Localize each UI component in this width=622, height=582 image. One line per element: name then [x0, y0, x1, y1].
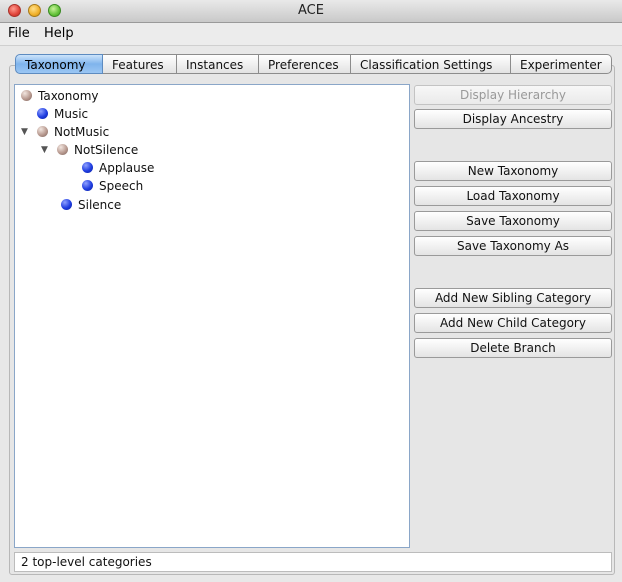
blue-sphere-icon: [82, 162, 93, 173]
load-taxonomy-button[interactable]: Load Taxonomy: [414, 186, 612, 206]
add-new-child-category-button[interactable]: Add New Child Category: [414, 313, 612, 333]
tree-node[interactable]: Speech: [82, 177, 143, 195]
blue-sphere-icon: [82, 180, 93, 191]
delete-branch-button[interactable]: Delete Branch: [414, 338, 612, 358]
tree-node-label: Music: [54, 107, 89, 121]
tree-node[interactable]: ▼ NotSilence: [41, 141, 139, 159]
menu-bar: File Help: [0, 23, 622, 46]
brown-sphere-icon: [21, 90, 32, 101]
tree-node[interactable]: ▼ NotMusic: [21, 123, 110, 141]
expanded-triangle-icon[interactable]: ▼: [41, 141, 48, 159]
tab-experimenter[interactable]: Experimenter: [511, 54, 612, 74]
brown-sphere-icon: [37, 126, 48, 137]
tree-node-label: NotSilence: [74, 143, 139, 157]
tree-node[interactable]: Applause: [82, 159, 154, 177]
main-tabs: Taxonomy Features Instances Preferences …: [15, 54, 612, 76]
add-new-sibling-category-button[interactable]: Add New Sibling Category: [414, 288, 612, 308]
tree-node-label: Speech: [99, 179, 144, 193]
tab-taxonomy[interactable]: Taxonomy: [15, 54, 103, 74]
tree-node-label: Applause: [99, 161, 155, 175]
menu-help[interactable]: Help: [44, 26, 74, 41]
save-taxonomy-as-button[interactable]: Save Taxonomy As: [414, 236, 612, 256]
tree-node-label: Silence: [78, 198, 122, 212]
status-bar: 2 top-level categories: [14, 552, 612, 572]
tab-preferences[interactable]: Preferences: [259, 54, 351, 74]
display-hierarchy-button[interactable]: Display Hierarchy: [414, 85, 612, 105]
blue-sphere-icon: [61, 199, 72, 210]
tab-features[interactable]: Features: [103, 54, 177, 74]
tab-classification-settings[interactable]: Classification Settings: [351, 54, 511, 74]
window-title: ACE: [298, 3, 324, 18]
title-bar[interactable]: ACE: [0, 0, 622, 23]
brown-sphere-icon: [57, 144, 68, 155]
tab-instances[interactable]: Instances: [177, 54, 259, 74]
tree-node-label: NotMusic: [54, 125, 110, 139]
save-taxonomy-button[interactable]: Save Taxonomy: [414, 211, 612, 231]
expanded-triangle-icon[interactable]: ▼: [21, 123, 28, 141]
tree-node-label: Taxonomy: [38, 89, 99, 103]
blue-sphere-icon: [37, 108, 48, 119]
tree-node[interactable]: Music: [37, 105, 88, 123]
menu-file[interactable]: File: [8, 26, 30, 41]
new-taxonomy-button[interactable]: New Taxonomy: [414, 161, 612, 181]
taxonomy-tree[interactable]: Taxonomy Music ▼ NotMusic ▼ NotSilence A…: [14, 84, 410, 548]
tree-node[interactable]: Taxonomy: [21, 87, 99, 105]
ace-window: ACE File Help Taxonomy Features Instance…: [0, 0, 622, 582]
tree-node[interactable]: Silence: [61, 196, 121, 214]
display-ancestry-button[interactable]: Display Ancestry: [414, 109, 612, 129]
